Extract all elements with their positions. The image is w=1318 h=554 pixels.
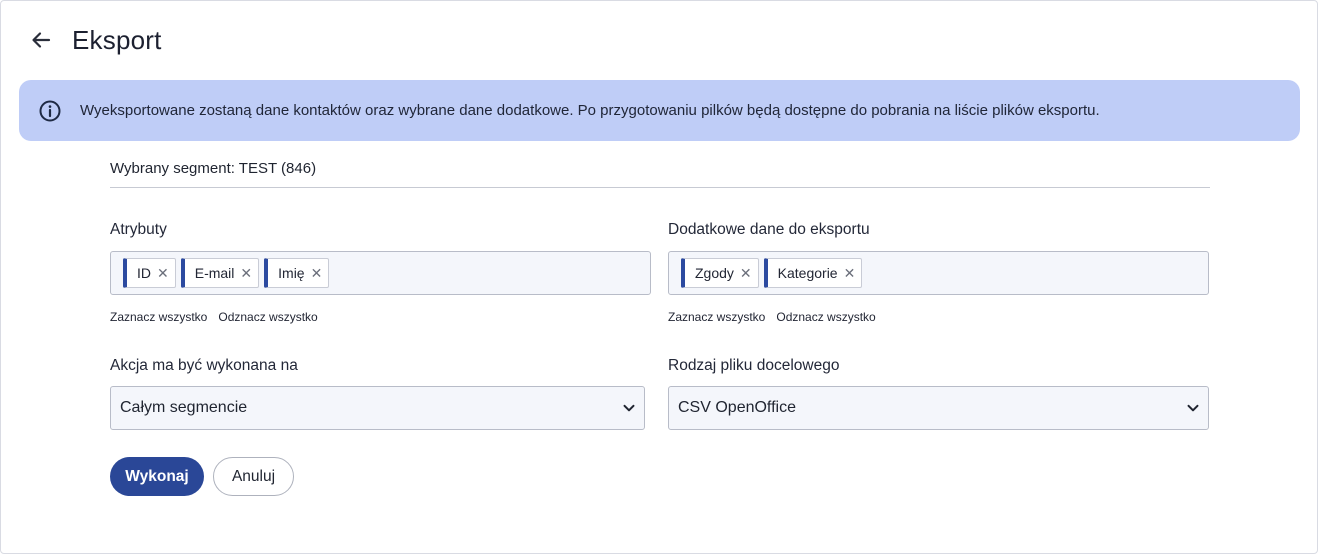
remove-icon[interactable]: ✕ [240,266,252,280]
select-value: CSV OpenOffice [678,399,796,416]
tag-label: ID [137,265,151,281]
chevron-down-icon [622,401,636,415]
tag-label: Zgody [695,265,734,281]
selected-segment: Wybrany segment: TEST (846) [110,158,1210,188]
deselect-all-link[interactable]: Odznacz wszystko [776,310,875,324]
remove-icon[interactable]: ✕ [157,266,169,280]
additional-data-label: Dodatkowe dane do eksportu [668,221,870,238]
remove-icon[interactable]: ✕ [311,266,323,280]
tag-id: ID ✕ [123,258,176,288]
select-all-link[interactable]: Zaznacz wszystko [110,310,207,324]
tag-kategorie: Kategorie ✕ [763,258,863,288]
tag-imie: Imię ✕ [264,258,330,288]
attributes-tag-input[interactable]: ID ✕ E-mail ✕ Imię ✕ [110,251,651,295]
remove-icon[interactable]: ✕ [844,266,856,280]
file-type-select[interactable]: CSV OpenOffice [668,386,1209,430]
select-all-link[interactable]: Zaznacz wszystko [668,310,765,324]
tag-label: Imię [278,265,305,281]
tag-email: E-mail ✕ [180,258,260,288]
action-target-select[interactable]: Całym segmencie [110,386,645,430]
alert-text: Wyeksportowane zostaną dane kontaktów or… [80,102,1100,119]
cancel-button[interactable]: Anuluj [213,457,294,496]
page-title: Eksport [72,24,162,55]
page-header: Eksport [28,22,162,58]
additional-data-tag-input[interactable]: Zgody ✕ Kategorie ✕ [668,251,1209,295]
remove-icon[interactable]: ✕ [740,266,752,280]
file-type-label: Rodzaj pliku docelowego [668,357,840,374]
deselect-all-link[interactable]: Odznacz wszystko [218,310,317,324]
tag-label: Kategorie [777,265,838,281]
chevron-down-icon [1186,401,1200,415]
submit-button[interactable]: Wykonaj [110,457,204,496]
arrow-left-icon [32,32,51,48]
action-target-label: Akcja ma być wykonana na [110,357,298,374]
back-button[interactable] [28,22,54,58]
tag-zgody: Zgody ✕ [681,258,759,288]
attributes-label: Atrybuty [110,221,167,238]
tag-label: E-mail [194,265,235,281]
select-value: Całym segmencie [120,399,248,416]
info-alert: Wyeksportowane zostaną dane kontaktów or… [19,80,1300,141]
additional-data-links: Zaznacz wszystko Odznacz wszystko [668,310,876,324]
attributes-links: Zaznacz wszystko Odznacz wszystko [110,310,318,324]
info-icon [38,99,62,123]
